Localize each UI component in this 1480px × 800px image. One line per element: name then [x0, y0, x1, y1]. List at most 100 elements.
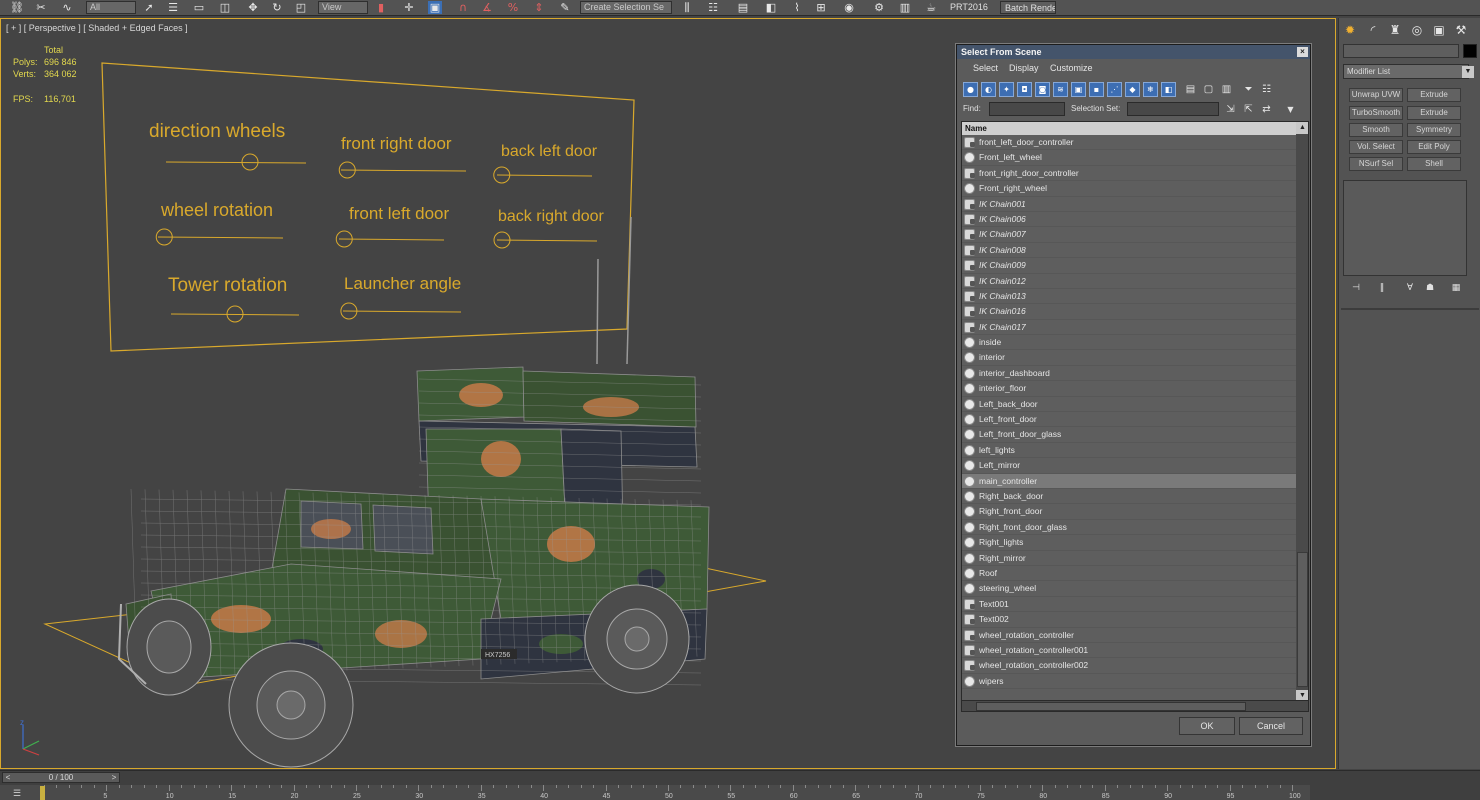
object-color-swatch[interactable] — [1463, 44, 1477, 58]
configure-sets-icon[interactable]: ▦ — [1449, 282, 1463, 294]
object-row[interactable]: Roof — [962, 566, 1296, 582]
object-row[interactable]: Right_lights — [962, 535, 1296, 551]
extrude-button-top[interactable]: Extrude — [1407, 88, 1461, 102]
scroll-up-icon[interactable]: ▲ — [1296, 122, 1308, 134]
object-row[interactable]: IK Chain016 — [962, 304, 1296, 320]
chevron-right-icon[interactable]: > — [109, 772, 119, 783]
material-editor-icon[interactable]: ◉ — [842, 1, 856, 14]
pin-stack-icon[interactable]: ⊣ — [1349, 282, 1363, 294]
selection-set-dropdown[interactable] — [1127, 102, 1219, 116]
object-row[interactable]: Front_left_wheel — [962, 150, 1296, 166]
object-row[interactable]: IK Chain017 — [962, 320, 1296, 336]
object-row[interactable]: interior_dashboard — [962, 366, 1296, 382]
named-selection-dropdown[interactable]: Create Selection Se — [580, 1, 672, 14]
select-dependents-icon[interactable]: ⇱ — [1241, 102, 1256, 117]
frozen-filter-icon[interactable]: ❄ — [1143, 82, 1158, 97]
vertical-scrollbar[interactable]: ▲ ▼ — [1296, 122, 1308, 702]
object-row[interactable]: Right_front_door — [962, 504, 1296, 520]
filter-icon[interactable]: ⏷ — [1241, 82, 1256, 97]
show-end-result-icon[interactable]: ‖ — [1375, 282, 1389, 294]
object-row[interactable]: Right_front_door_glass — [962, 520, 1296, 536]
object-row[interactable]: wheel_rotation_controller — [962, 628, 1296, 643]
modifier-list-dropdown[interactable]: Modifier List ▼ — [1343, 64, 1474, 79]
scene-object-list[interactable]: Name front_left_door_controller Front_lef… — [961, 121, 1309, 703]
window-crossing-icon[interactable]: ◫ — [218, 1, 232, 14]
menu-display[interactable]: Display — [1009, 63, 1039, 73]
object-row[interactable]: IK Chain007 — [962, 227, 1296, 243]
object-row[interactable]: front_right_door_controller — [962, 166, 1296, 182]
containers-filter-icon[interactable]: ◆ — [1125, 82, 1140, 97]
object-row[interactable]: main_controller — [962, 473, 1296, 489]
cameras-filter-icon[interactable]: ◘ — [1017, 82, 1032, 97]
percent-snap-icon[interactable]: % — [506, 1, 520, 14]
modifier-stack[interactable] — [1343, 180, 1467, 276]
lights-filter-icon[interactable]: ✦ — [999, 82, 1014, 97]
align-icon[interactable]: ☷ — [706, 1, 720, 14]
utilities-icon[interactable]: ⚒ — [1453, 22, 1469, 38]
rotate-icon[interactable]: ↻ — [270, 1, 284, 14]
create-icon[interactable]: ✹ — [1342, 22, 1358, 38]
bind-spacewarp-icon[interactable]: ∿ — [60, 1, 74, 14]
filter-settings-icon[interactable]: ☷ — [1259, 82, 1274, 97]
object-row[interactable]: interior_floor — [962, 381, 1296, 397]
rect-region-icon[interactable]: ▭ — [192, 1, 206, 14]
vol-select-button[interactable]: Vol. Select — [1349, 140, 1403, 154]
bones-filter-icon[interactable]: ⋰ — [1107, 82, 1122, 97]
close-icon[interactable]: × — [1297, 47, 1308, 57]
geometry-filter-icon[interactable]: ● — [963, 82, 978, 97]
select-all-children-icon[interactable]: ⇲ — [1223, 102, 1238, 117]
move-icon[interactable]: ✥ — [246, 1, 260, 14]
hierarchy-icon[interactable]: ♜ — [1387, 22, 1403, 38]
object-row[interactable]: Text002 — [962, 612, 1296, 628]
link-icon[interactable]: ⛓ — [10, 1, 24, 14]
spacewarps-filter-icon[interactable]: ≋ — [1053, 82, 1068, 97]
object-row[interactable]: Left_back_door — [962, 397, 1296, 413]
rendered-frame-icon[interactable]: ▥ — [898, 1, 912, 14]
edit-poly-button[interactable]: Edit Poly — [1407, 140, 1461, 154]
rig-slider-knob[interactable] — [241, 153, 259, 171]
reference-coord-dropdown[interactable]: View — [318, 1, 368, 14]
keyboard-shortcut-override-icon[interactable]: ▣ — [428, 1, 442, 14]
object-row[interactable]: IK Chain012 — [962, 274, 1296, 289]
object-row[interactable]: Front_right_wheel — [962, 181, 1296, 197]
shell-button[interactable]: Shell — [1407, 157, 1461, 171]
object-row[interactable]: wheel_rotation_controller002 — [962, 658, 1296, 674]
spinner-snap-icon[interactable]: ⇕ — [532, 1, 546, 14]
render-icon[interactable]: ☕ — [924, 1, 938, 14]
column-header-name[interactable]: Name — [962, 122, 1296, 135]
scale-icon[interactable]: ◰ — [294, 1, 308, 14]
mirror-icon[interactable]: ⫼ — [680, 1, 694, 14]
sync-selection-icon[interactable]: ⇄ — [1259, 102, 1274, 117]
render-setup-icon[interactable]: ⚙ — [872, 1, 886, 14]
schematic-icon[interactable]: ⊞ — [814, 1, 828, 14]
find-input[interactable] — [989, 102, 1065, 116]
curve-editor-icon[interactable]: ⌇ — [790, 1, 804, 14]
viewport-label[interactable]: [ + ] [ Perspective ] [ Shaded + Edged F… — [6, 23, 188, 33]
renderer-label[interactable]: PRT2016 — [946, 1, 992, 14]
nsurf-sel-button[interactable]: NSurf Sel — [1349, 157, 1403, 171]
groups-filter-icon[interactable]: ▣ — [1071, 82, 1086, 97]
shapes-filter-icon[interactable]: ◐ — [981, 82, 996, 97]
select-manipulate-icon[interactable]: ✛ — [402, 1, 416, 14]
object-row[interactable]: Left_front_door — [962, 412, 1296, 428]
menu-select[interactable]: Select — [973, 63, 998, 73]
horizontal-scrollbar[interactable] — [961, 700, 1309, 712]
helpers-filter-icon[interactable]: ◙ — [1035, 82, 1050, 97]
object-row[interactable]: Left_front_door_glass — [962, 427, 1296, 443]
smooth-button[interactable]: Smooth — [1349, 123, 1403, 137]
current-frame-marker[interactable] — [40, 786, 45, 800]
motion-icon[interactable]: ◎ — [1409, 22, 1425, 38]
time-ruler[interactable]: 0510152025303540455055606570758085909510… — [0, 785, 1310, 800]
remove-modifier-icon[interactable]: ☗ — [1423, 282, 1437, 294]
object-row[interactable]: Text001 — [962, 597, 1296, 613]
cancel-button[interactable]: Cancel — [1239, 717, 1303, 735]
object-row[interactable]: interior — [962, 350, 1296, 366]
time-slider[interactable]: < 0 / 100 > — [2, 772, 120, 783]
modify-icon[interactable]: ◜ — [1365, 22, 1381, 38]
object-row[interactable]: Right_back_door — [962, 489, 1296, 505]
turbosmooth-button[interactable]: TurboSmooth — [1349, 106, 1403, 120]
dialog-title[interactable]: Select From Scene × — [957, 45, 1310, 59]
hidden-filter-icon[interactable]: ◧ — [1161, 82, 1176, 97]
object-row[interactable]: steering_wheel — [962, 581, 1296, 597]
display-all-icon[interactable]: ▤ — [1183, 82, 1198, 97]
